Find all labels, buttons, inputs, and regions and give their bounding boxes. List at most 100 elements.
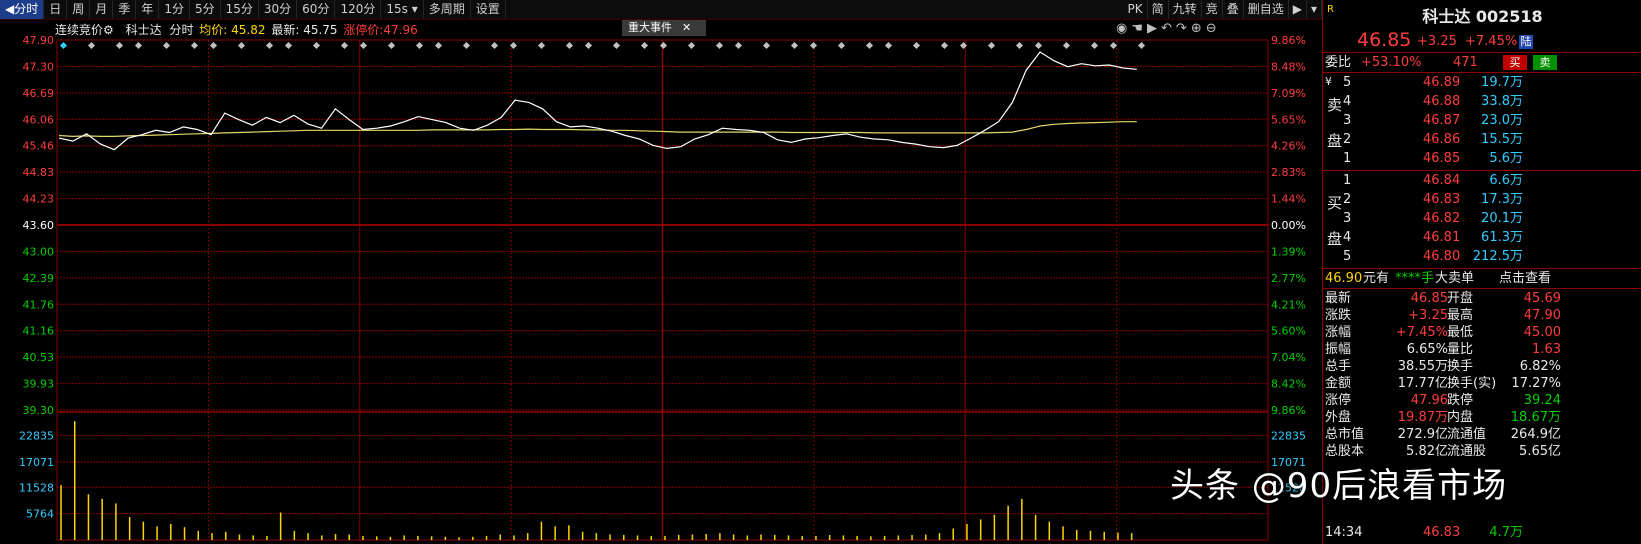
pct-tick-label: 2.77% (1271, 272, 1306, 285)
period-tab-year[interactable]: 年 (136, 0, 160, 19)
event-marker-icon (537, 41, 546, 50)
bid-row-4[interactable]: 4 46.81 61.3万 (1323, 229, 1641, 247)
view-big-order-link[interactable]: 点击查看 (1499, 270, 1551, 288)
period-tab-week[interactable]: 周 (67, 0, 91, 19)
event-marker-icon (584, 41, 593, 50)
zoom-in-icon[interactable]: ⊕ (1191, 21, 1206, 36)
period-tab-1min[interactable]: 1分 (159, 0, 190, 19)
bid-row-3[interactable]: 3 46.82 20.1万 (1323, 210, 1641, 228)
period-tab-15s[interactable]: 15s ▾ (381, 0, 424, 19)
settings-gear-icon[interactable]: ⚙ (103, 23, 114, 37)
close-icon[interactable]: ✕ (682, 21, 691, 34)
major-event-tag[interactable]: 重大事件 ✕ (622, 20, 706, 36)
pct-tick-label: 5.65% (1271, 113, 1306, 126)
event-marker-icon (809, 41, 818, 50)
event-marker-icon (959, 41, 968, 50)
stat-row: 总手 38.55万 换手 6.82% (1325, 359, 1561, 374)
event-marker-icon (162, 41, 171, 50)
event-marker-icon (565, 41, 574, 50)
big-order-row[interactable]: 46.90 元有 ****手 大卖单 点击查看 (1323, 270, 1641, 288)
zoom-out-icon[interactable]: ⊖ (1206, 21, 1221, 36)
limit-up-label: 涨停价:47.96 (343, 23, 418, 37)
simple-button[interactable]: 简 (1148, 0, 1169, 19)
bid-row-2[interactable]: 2 46.83 17.3万 (1323, 191, 1641, 209)
chart-mode-label: 分时 (169, 23, 194, 37)
period-tab-120min[interactable]: 120分 (335, 0, 382, 19)
pct-tick-label: 7.04% (1271, 351, 1306, 364)
ask-row-3[interactable]: 3 46.87 23.0万 (1323, 112, 1641, 130)
volume-tick-label: 11528 (19, 481, 54, 494)
event-marker-icon (115, 41, 124, 50)
event-marker-icon (940, 41, 949, 50)
hand-icon[interactable]: ☚ (1131, 21, 1147, 36)
ask-row-5[interactable]: 5 46.89 19.7万 (1323, 74, 1641, 92)
stat-row: 金额 17.77亿 换手(实) 17.27% (1325, 376, 1561, 391)
price-tick-label: 41.76 (23, 298, 55, 311)
period-tab-day[interactable]: 日 (44, 0, 68, 19)
bid-row-1[interactable]: 1 46.84 6.6万 (1323, 172, 1641, 190)
period-tab-5min[interactable]: 5分 (190, 0, 221, 19)
price-tick-label: 40.53 (23, 351, 55, 364)
event-marker-icon (659, 41, 668, 50)
price-tick-label: 39.30 (23, 404, 55, 417)
pct-tick-label: 2.83% (1271, 166, 1306, 179)
event-marker-icon (734, 41, 743, 50)
event-marker-icon (1062, 41, 1071, 50)
dropdown-arrow-icon[interactable]: ▾ (1307, 0, 1322, 19)
period-tab-60min[interactable]: 60分 (297, 0, 336, 19)
period-tab-month[interactable]: 月 (90, 0, 114, 19)
bid-row-5[interactable]: 5 46.80 212.5万 (1323, 248, 1641, 266)
period-toolbar: ◀分时 日 周 月 季 年 1分 5分 15分 30分 60分 120分 15s… (0, 0, 1322, 20)
event-marker-icon (640, 41, 649, 50)
buy-button[interactable]: 买 (1503, 55, 1527, 70)
event-marker-icon (265, 41, 274, 50)
pct-tick-label: 8.42% (1271, 378, 1306, 391)
eye-icon[interactable]: ◉ (1116, 21, 1131, 36)
stock-name-label: 科士达 (125, 23, 162, 37)
period-tab-15min[interactable]: 15分 (221, 0, 259, 19)
undo-icon[interactable]: ↶ (1161, 21, 1176, 36)
stat-row: 涨停 47.96 跌停 39.24 (1325, 393, 1561, 408)
watermark-text: 头条 @90后浪看市场 (1170, 466, 1508, 506)
committee-diff: 471 (1453, 55, 1478, 70)
tick-row: 14:34 46.83 4.7万 (1325, 525, 1523, 540)
stat-row: 涨跌 +3.25 最高 47.90 (1325, 308, 1561, 323)
event-marker-icon (490, 41, 499, 50)
pct-tick-label: 8.48% (1271, 60, 1306, 73)
price-tick-label: 47.30 (23, 60, 55, 73)
price-tick-label: 45.46 (23, 140, 55, 153)
redo-icon[interactable]: ↷ (1176, 21, 1191, 36)
pct-tick-label: 1.44% (1271, 193, 1306, 206)
nine-turn-button[interactable]: 九转 (1169, 0, 1202, 19)
ask-row-2[interactable]: 2 46.86 15.5万 (1323, 131, 1641, 149)
period-tab-intraday[interactable]: ◀分时 (0, 0, 45, 19)
event-marker-icon (1090, 41, 1099, 50)
event-marker-icon (387, 41, 396, 50)
avg-price-label: 均价: 45.82 (199, 23, 266, 37)
period-tab-quarter[interactable]: 季 (113, 0, 137, 19)
event-marker-icon (87, 41, 96, 50)
pk-button[interactable]: PK (1124, 0, 1148, 19)
intraday-chart[interactable]: 47.90 9.86% 47.30 8.48% 46.69 7.09% 46.06 5.65%… (0, 20, 1322, 544)
period-tab-multi[interactable]: 多周期 (424, 0, 471, 19)
overlay-button[interactable]: 叠 (1223, 0, 1244, 19)
ask-row-1[interactable]: 1 46.85 5.6万 (1323, 150, 1641, 168)
play-icon[interactable]: ▶ (1147, 21, 1161, 36)
price-tick-label: 44.23 (23, 193, 55, 206)
event-marker-icon (912, 41, 921, 50)
event-marker-icon (59, 41, 68, 50)
collapse-arrow-icon[interactable]: ▶ (1289, 0, 1307, 19)
event-marker-icon (837, 41, 846, 50)
remove-watchlist-button[interactable]: 删自选 (1244, 0, 1289, 19)
toolbar-right: PK 简 九转 竞 叠 删自选 ▶ ▾ (1124, 0, 1322, 19)
stat-row: 涨幅 +7.45% 最低 45.00 (1325, 325, 1561, 340)
price-tick-label: 43.60 (23, 219, 55, 232)
pct-tick-label: 1.39% (1271, 245, 1306, 258)
ask-row-4[interactable]: 4 46.88 33.8万 (1323, 93, 1641, 111)
auction-button[interactable]: 竞 (1202, 0, 1223, 19)
event-marker-icon (987, 41, 996, 50)
price-tick-label: 46.69 (23, 87, 55, 100)
period-tab-30min[interactable]: 30分 (259, 0, 298, 19)
settings-button[interactable]: 设置 (471, 0, 506, 19)
sell-button[interactable]: 卖 (1533, 55, 1557, 70)
